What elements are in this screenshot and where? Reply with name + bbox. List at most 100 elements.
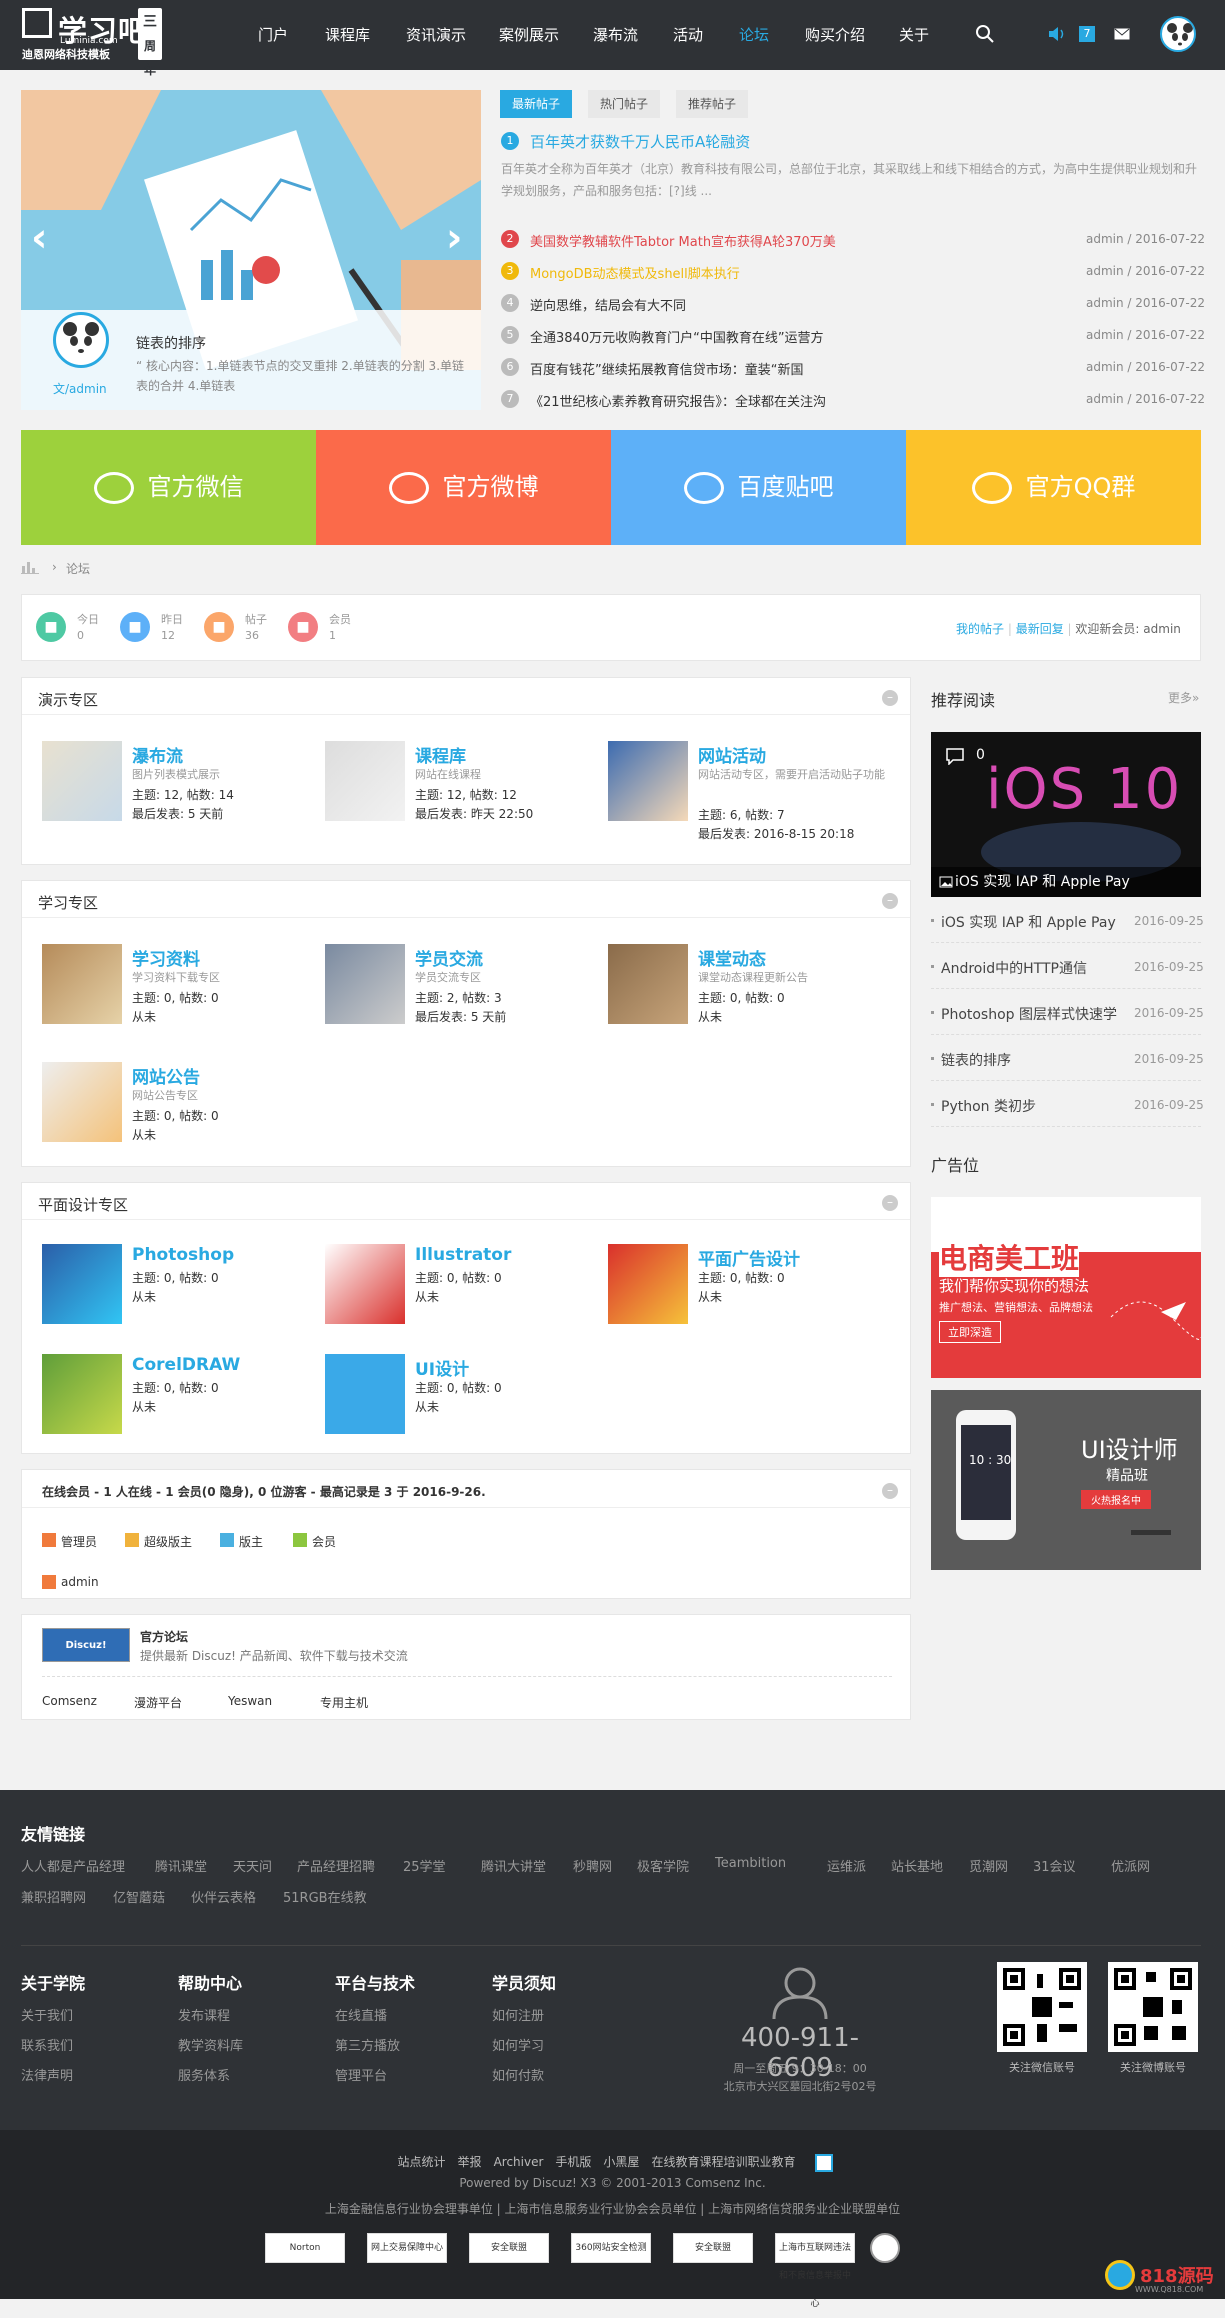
reading-item[interactable]: Python 类初步	[941, 1096, 1036, 1116]
section-title-design[interactable]: 平面设计专区	[38, 1194, 128, 1215]
footer-col-link[interactable]: 联系我们	[21, 2035, 73, 2054]
latest-replies-link[interactable]: 最新回复	[1016, 622, 1064, 636]
post-title[interactable]: 百度有钱花”继续拓展教育信贷市场：童装“新国	[530, 359, 803, 378]
forum-name[interactable]: 网站活动	[698, 742, 766, 767]
cert-seal-icon[interactable]	[870, 2233, 900, 2263]
edu-badge-icon[interactable]	[815, 2153, 834, 2172]
footer-col-link[interactable]: 如何付款	[492, 2065, 544, 2084]
forum-name[interactable]: Illustrator	[415, 1245, 511, 1265]
ad1-button[interactable]: 立即深造	[939, 1321, 1001, 1343]
friend-forum-name[interactable]: 官方论坛	[140, 1628, 188, 1645]
footer-col-link[interactable]: 第三方播放	[335, 2035, 400, 2054]
friend-link[interactable]: 秒聘网	[573, 1856, 612, 1875]
ad-banner-ui[interactable]: 10 : 30 UI设计师 精品班 火热报名中	[931, 1390, 1201, 1570]
friend-forum-link[interactable]: Yeswan	[228, 1694, 272, 1708]
friend-link[interactable]: 极客学院	[637, 1856, 689, 1875]
wechat-qr-code[interactable]	[997, 1962, 1087, 2052]
friend-link[interactable]: 31会议	[1033, 1856, 1076, 1875]
footer-col-link[interactable]: 如何学习	[492, 2035, 544, 2054]
search-icon[interactable]	[975, 24, 995, 44]
friend-forum-link[interactable]: 专用主机	[320, 1694, 368, 1711]
forum-name[interactable]: CorelDRAW	[132, 1355, 240, 1375]
social-weibo[interactable]: 官方微博	[316, 430, 611, 545]
notification-count[interactable]: 7	[1079, 26, 1095, 42]
friend-link[interactable]: 亿智蘑菇	[113, 1887, 165, 1906]
nav-forum[interactable]: 论坛	[739, 0, 769, 70]
forum-name[interactable]: 课程库	[415, 742, 466, 767]
friend-link[interactable]: 优派网	[1111, 1856, 1150, 1875]
forum-name[interactable]: 课堂动态	[698, 945, 766, 970]
friend-link[interactable]: 天天问	[233, 1856, 272, 1875]
forum-name[interactable]: 平面广告设计	[698, 1245, 800, 1270]
nav-waterfall[interactable]: 瀑布流	[593, 0, 638, 70]
slider-next-icon[interactable]: ›	[446, 215, 462, 261]
footer-col-link[interactable]: 法律声明	[21, 2065, 73, 2084]
cert-badge[interactable]: Norton	[265, 2233, 345, 2263]
more-link[interactable]: 更多»	[1168, 689, 1199, 706]
bottom-link[interactable]: 站点统计	[398, 2155, 446, 2169]
social-wechat[interactable]: 官方微信	[21, 430, 316, 545]
friend-link[interactable]: 腾讯大讲堂	[481, 1856, 546, 1875]
friend-link[interactable]: 产品经理招聘	[297, 1856, 375, 1875]
nav-portal[interactable]: 门户	[258, 0, 288, 70]
friend-link[interactable]: 站长基地	[891, 1856, 943, 1875]
slider-author[interactable]: 文/admin	[53, 380, 107, 397]
friend-forum-link[interactable]: Comsenz	[42, 1694, 97, 1708]
my-posts-link[interactable]: 我的帖子	[956, 622, 1004, 636]
social-qq-group[interactable]: 官方QQ群	[906, 430, 1201, 545]
featured-post-title[interactable]: 百年英才获数千万人民币A轮融资	[530, 131, 750, 152]
social-tieba[interactable]: 百度贴吧	[611, 430, 906, 545]
cert-badge[interactable]: 安全联盟	[673, 2233, 753, 2263]
home-chart-icon[interactable]	[21, 560, 39, 574]
nav-cases[interactable]: 案例展示	[499, 0, 559, 70]
featured-slider[interactable]: 文/admin 链表的排序 “ 核心内容：1.单链表节点的交叉重排 2.单链表的…	[21, 90, 481, 410]
discuz-logo[interactable]: Discuz!	[42, 1628, 130, 1662]
image-caption[interactable]: iOS 实现 IAP 和 Apple Pay	[955, 871, 1130, 891]
friend-link[interactable]: 觅潮网	[969, 1856, 1008, 1875]
footer-col-link[interactable]: 发布课程	[178, 2005, 230, 2024]
footer-col-link[interactable]: 服务体系	[178, 2065, 230, 2084]
weibo-qr-code[interactable]	[1108, 1962, 1198, 2052]
forum-name[interactable]: 瀑布流	[132, 742, 183, 767]
collapse-icon[interactable]: –	[882, 690, 898, 706]
new-member-link[interactable]: admin	[1143, 622, 1181, 636]
tab-latest[interactable]: 最新帖子	[500, 90, 573, 118]
ad2-button[interactable]: 火热报名中	[1081, 1490, 1151, 1509]
forum-name[interactable]: UI设计	[415, 1355, 469, 1380]
forum-icon[interactable]	[42, 1244, 122, 1324]
post-title[interactable]: 逆向思维，结局会有大不同	[530, 295, 686, 314]
user-avatar[interactable]	[1160, 16, 1196, 52]
bottom-link[interactable]: 小黑屋	[603, 2155, 639, 2169]
post-title[interactable]: 美国数学教辅软件Tabtor Math宣布获得A轮370万美	[530, 231, 836, 250]
online-user[interactable]: admin	[61, 1575, 99, 1589]
forum-icon[interactable]	[325, 944, 405, 1024]
footer-col-link[interactable]: 关于我们	[21, 2005, 73, 2024]
forum-icon[interactable]	[608, 1244, 688, 1324]
cert-badge[interactable]: 360网站安全检测	[571, 2233, 651, 2263]
cert-badge[interactable]: 上海市互联网违法和不良信息举报中心	[775, 2233, 855, 2309]
nav-activity[interactable]: 活动	[673, 0, 703, 70]
friend-forum-link[interactable]: 漫游平台	[134, 1694, 182, 1711]
nav-purchase[interactable]: 购买介绍	[805, 0, 865, 70]
speaker-icon[interactable]	[1048, 26, 1066, 42]
reading-image[interactable]: iOS 10 0 iOS 实现 IAP 和 Apple Pay	[931, 732, 1201, 897]
forum-icon[interactable]	[608, 944, 688, 1024]
cert-badge[interactable]: 网上交易保障中心	[367, 2233, 447, 2263]
forum-name[interactable]: Photoshop	[132, 1245, 234, 1265]
footer-col-link[interactable]: 在线直播	[335, 2005, 387, 2024]
reading-item[interactable]: 链表的排序	[941, 1050, 1011, 1070]
tab-recommended[interactable]: 推荐帖子	[676, 90, 749, 118]
forum-icon[interactable]	[42, 1354, 122, 1434]
reading-item[interactable]: Photoshop 图层样式快速学	[941, 1004, 1117, 1024]
post-title[interactable]: 《21世纪核心素养教育研究报告》：全球都在关注沟	[530, 391, 826, 410]
friend-link[interactable]: 人人都是产品经理	[21, 1856, 125, 1875]
ad-banner-ecommerce[interactable]: 电商美工班 我们帮你实现你的想法 推广想法、营销想法、品牌想法 立即深造	[931, 1197, 1201, 1378]
nav-courses[interactable]: 课程库	[325, 0, 370, 70]
bottom-link[interactable]: 手机版	[555, 2155, 591, 2169]
footer-col-link[interactable]: 教学资料库	[178, 2035, 243, 2054]
collapse-icon[interactable]: –	[882, 1483, 898, 1499]
section-title-demo[interactable]: 演示专区	[38, 689, 98, 710]
footer-col-link[interactable]: 管理平台	[335, 2065, 387, 2084]
friend-link[interactable]: 运维派	[827, 1856, 866, 1875]
friend-link[interactable]: 兼职招聘网	[21, 1887, 86, 1906]
